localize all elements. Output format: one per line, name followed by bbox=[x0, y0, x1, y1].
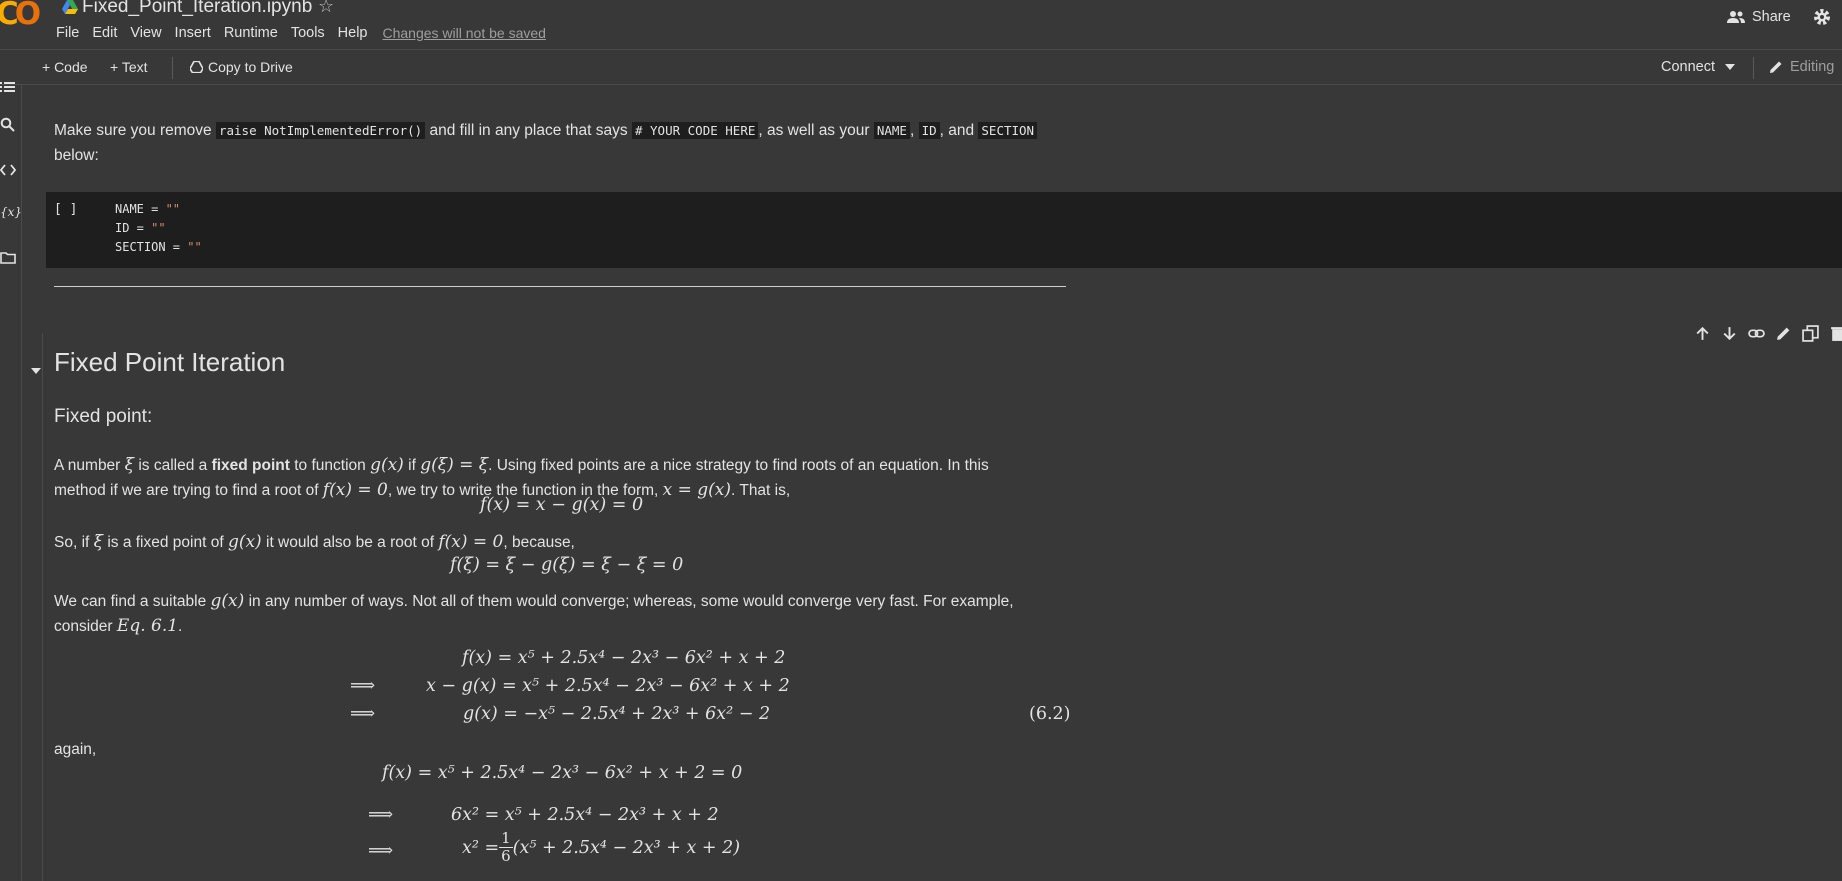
code-your-code: # YOUR CODE HERE bbox=[631, 122, 759, 139]
equation-reference[interactable]: Eq. 6.1 bbox=[117, 616, 178, 636]
paragraph-consider: consider Eq. 6.1. bbox=[54, 616, 183, 636]
notebook-toolbar: + Code + Text Copy to Drive Connect Edit… bbox=[0, 49, 1842, 85]
move-down-icon[interactable] bbox=[1721, 325, 1738, 342]
paragraph-definition: A number ξ is called a fixed point to fu… bbox=[54, 455, 989, 475]
delete-icon[interactable] bbox=[1829, 325, 1842, 342]
connect-label: Connect bbox=[1661, 59, 1716, 75]
implies-symbol: ⟹ bbox=[368, 841, 394, 861]
add-code-button[interactable]: + Code bbox=[42, 59, 88, 75]
equation: f(x) = x⁵ + 2.5x⁴ − 2x³ − 6x² + x + 2 bbox=[462, 648, 786, 668]
paragraph-suitable: We can find a suitable g(x) in any numbe… bbox=[54, 591, 1014, 611]
horizontal-rule bbox=[54, 286, 1066, 287]
share-label: Share bbox=[1752, 9, 1791, 25]
copy-to-drive-label: Copy to Drive bbox=[208, 59, 293, 75]
subsection-heading: Fixed point: bbox=[54, 406, 153, 427]
colab-logo[interactable]: CO bbox=[0, 0, 44, 30]
drive-icon bbox=[62, 0, 78, 14]
editing-label: Editing bbox=[1790, 59, 1835, 75]
link-icon[interactable] bbox=[1748, 325, 1765, 342]
code-raise: raise NotImplementedError() bbox=[215, 122, 426, 139]
code-snippets-icon[interactable] bbox=[0, 162, 16, 178]
connect-button[interactable]: Connect bbox=[1661, 59, 1736, 75]
paragraph-again: again, bbox=[54, 741, 97, 758]
cell-focus-indicator bbox=[42, 333, 43, 881]
cell-actions-toolbar bbox=[1694, 319, 1842, 347]
collapse-section-icon[interactable] bbox=[30, 365, 42, 377]
implies-symbol: ⟹ bbox=[350, 704, 376, 724]
menu-bar: File Edit View Insert Runtime Tools Help… bbox=[56, 24, 546, 42]
run-cell-button[interactable]: [ ] bbox=[54, 202, 77, 217]
editing-mode-button[interactable]: Editing bbox=[1768, 59, 1834, 75]
pencil-icon bbox=[1770, 61, 1782, 73]
code-line[interactable]: ID = "" bbox=[115, 221, 166, 235]
implies-symbol: ⟹ bbox=[368, 805, 394, 825]
notebook-title[interactable]: Fixed_Point_Iteration.ipynb bbox=[82, 0, 312, 18]
menu-insert[interactable]: Insert bbox=[175, 24, 211, 42]
drive-outline-icon bbox=[190, 61, 203, 73]
toolbar-divider bbox=[172, 57, 173, 79]
implies-symbol: ⟹ bbox=[350, 676, 376, 696]
menu-view[interactable]: View bbox=[130, 24, 161, 42]
menu-runtime[interactable]: Runtime bbox=[224, 24, 278, 42]
equation: 6x² = x⁵ + 2.5x⁴ − 2x³ + x + 2 bbox=[451, 805, 719, 825]
move-up-icon[interactable] bbox=[1694, 325, 1711, 342]
paragraph-method: method if we are trying to find a root o… bbox=[54, 480, 791, 500]
equation: x − g(x) = x⁵ + 2.5x⁴ − 2x³ − 6x² + x + … bbox=[426, 676, 790, 696]
star-icon[interactable]: ☆ bbox=[318, 0, 334, 17]
left-sidebar: {x} bbox=[0, 82, 22, 881]
toc-icon[interactable] bbox=[0, 79, 16, 95]
menu-tools[interactable]: Tools bbox=[291, 24, 325, 42]
code-line[interactable]: NAME = "" bbox=[115, 202, 180, 216]
equation: f(x) = x − g(x) = 0 bbox=[480, 495, 644, 515]
mirror-cell-icon[interactable] bbox=[1802, 324, 1819, 342]
code-line[interactable]: SECTION = "" bbox=[115, 240, 202, 254]
equation-tag: (6.2) bbox=[1029, 704, 1071, 724]
fraction: 16 bbox=[499, 829, 513, 865]
menu-help[interactable]: Help bbox=[338, 24, 368, 42]
code-section: SECTION bbox=[978, 122, 1038, 139]
intro-paragraph: Make sure you remove raise NotImplemente… bbox=[54, 118, 1038, 143]
code-name: NAME bbox=[873, 122, 910, 139]
copy-to-drive-button[interactable]: Copy to Drive bbox=[190, 59, 293, 75]
toolbar-divider bbox=[1753, 57, 1754, 79]
equation: g(x) = −x⁵ − 2.5x⁴ + 2x³ + 6x² − 2 bbox=[463, 704, 771, 724]
menu-edit[interactable]: Edit bbox=[92, 24, 117, 42]
people-icon bbox=[1727, 11, 1745, 23]
equation: x² = 16 (x⁵ + 2.5x⁴ − 2x³ + x + 2) bbox=[462, 829, 741, 865]
menu-file[interactable]: File bbox=[56, 24, 79, 42]
gear-icon[interactable] bbox=[1812, 7, 1832, 27]
section-heading: Fixed Point Iteration bbox=[54, 347, 286, 377]
chevron-down-icon[interactable] bbox=[1725, 64, 1736, 70]
notebook-content: Make sure you remove raise NotImplemente… bbox=[22, 85, 1842, 881]
equation: f(ξ) = ξ − g(ξ) = ξ − ξ = 0 bbox=[450, 555, 684, 575]
code-cell[interactable]: [ ] NAME = "" ID = "" SECTION = "" bbox=[46, 192, 1842, 268]
files-icon[interactable] bbox=[0, 250, 16, 266]
share-button[interactable]: Share bbox=[1726, 6, 1791, 28]
equation: f(x) = x⁵ + 2.5x⁴ − 2x³ − 6x² + x + 2 = … bbox=[382, 763, 743, 783]
intro-paragraph-end: below: bbox=[54, 147, 99, 164]
add-text-button[interactable]: + Text bbox=[110, 59, 148, 75]
top-bar: CO Fixed_Point_Iteration.ipynb ☆ File Ed… bbox=[0, 0, 1842, 49]
edit-pencil-icon[interactable] bbox=[1775, 325, 1792, 342]
variables-icon[interactable]: {x} bbox=[0, 205, 22, 221]
paragraph-root: So, if ξ is a fixed point of g(x) it wou… bbox=[54, 532, 575, 552]
search-icon[interactable] bbox=[0, 117, 16, 133]
unsaved-notice-link[interactable]: Changes will not be saved bbox=[383, 24, 546, 42]
code-id: ID bbox=[918, 122, 940, 139]
